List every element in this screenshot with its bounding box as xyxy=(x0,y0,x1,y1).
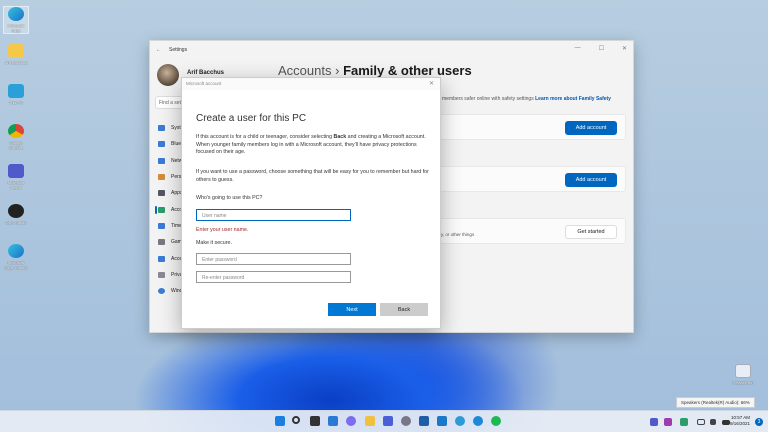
edge-taskbar-icon[interactable] xyxy=(455,416,465,426)
edge-canary-icon xyxy=(8,244,24,258)
desktop-icon-recycle-bin[interactable]: Recycle Bin xyxy=(730,364,756,385)
family-safety-link[interactable]: Learn more about Family Safety xyxy=(535,96,611,102)
avatar xyxy=(157,64,179,86)
shield-icon xyxy=(158,271,165,278)
add-family-account-button[interactable]: Add account xyxy=(565,121,617,135)
password-input[interactable]: Enter password xyxy=(196,253,351,265)
desktop-icon-this-pc[interactable]: This PC xyxy=(3,84,29,105)
chrome-icon xyxy=(8,124,24,138)
start-icon[interactable] xyxy=(275,416,285,426)
desktop-icon-edge-canary[interactable]: Microsoft Edge Canary xyxy=(3,244,29,270)
recycle-bin-icon xyxy=(735,364,751,378)
get-started-button[interactable]: Get started xyxy=(565,225,617,239)
globe-clock-icon xyxy=(158,222,165,229)
back-button[interactable]: Back xyxy=(380,303,428,316)
speaker-icon[interactable] xyxy=(710,419,716,425)
desktop-icon-obs[interactable]: OBS Studio xyxy=(3,204,29,225)
apps-icon xyxy=(158,190,165,197)
maximize-button[interactable]: ☐ xyxy=(599,45,604,52)
mail-icon[interactable] xyxy=(437,416,447,426)
desktop-icon-teams[interactable]: Microsoft Teams xyxy=(3,164,29,190)
edge-icon xyxy=(8,7,24,21)
child-info-text: If this account is for a child or teenag… xyxy=(196,134,426,155)
dialog-title: Microsoft account xyxy=(186,81,222,86)
desktop-icon-chrome[interactable]: Google Chrome xyxy=(3,124,29,150)
onenote-tray-icon[interactable] xyxy=(664,418,672,426)
teams-icon xyxy=(8,164,24,178)
clock[interactable]: 10:57 AM 9/16/2021 xyxy=(730,415,750,427)
breadcrumb-accounts[interactable]: Accounts xyxy=(278,63,331,78)
reenter-password-input[interactable]: Re-enter password xyxy=(196,271,351,283)
edge-canary-taskbar-icon[interactable] xyxy=(473,416,483,426)
add-other-account-button[interactable]: Add account xyxy=(565,173,617,187)
back-arrow-icon[interactable]: ← xyxy=(156,47,161,53)
wifi-icon xyxy=(158,157,165,164)
close-button[interactable]: ✕ xyxy=(622,45,627,52)
dialog-heading: Create a user for this PC xyxy=(196,113,307,124)
volume-tooltip: Speakers (Realtek(R) Audio): 66% xyxy=(676,397,755,408)
update-icon xyxy=(158,288,165,295)
who-label: Who's going to use this PC? xyxy=(196,195,263,201)
wifi-icon[interactable] xyxy=(697,419,705,425)
family-description: members safer online with safety setting… xyxy=(442,96,611,102)
page-title: Family & other users xyxy=(343,63,472,78)
tray-app-icon[interactable] xyxy=(680,418,688,426)
secure-label: Make it secure. xyxy=(196,240,232,246)
spotify-icon[interactable] xyxy=(491,416,501,426)
file-explorer-icon[interactable] xyxy=(365,416,375,426)
username-error: Enter your user name. xyxy=(196,227,249,233)
microsoft-account-dialog: Microsoft account ✕ Create a user for thi… xyxy=(181,77,441,329)
widgets-icon[interactable] xyxy=(328,416,338,426)
brush-icon xyxy=(158,174,165,181)
app-icon[interactable] xyxy=(383,416,393,426)
user-name: Arif Bacchus xyxy=(187,70,225,76)
username-input[interactable]: User name xyxy=(196,209,351,221)
monitor-icon xyxy=(8,84,24,98)
controller-icon xyxy=(158,239,165,246)
bluetooth-icon xyxy=(158,141,165,148)
obs-icon xyxy=(8,204,24,218)
chat-icon[interactable] xyxy=(346,416,356,426)
store-icon[interactable] xyxy=(419,416,429,426)
password-info-text: If you want to use a password, choose so… xyxy=(196,169,429,183)
dialog-close-button[interactable]: ✕ xyxy=(429,80,434,87)
battery-icon[interactable] xyxy=(722,420,730,425)
taskbar: 10:57 AM 9/16/2021 3 xyxy=(0,410,768,432)
settings-gear-icon[interactable] xyxy=(401,416,411,426)
accessibility-icon xyxy=(158,255,165,262)
folder-icon xyxy=(8,44,24,58)
breadcrumb: Accounts › Family & other users xyxy=(278,63,472,78)
search-icon[interactable] xyxy=(292,416,300,424)
notification-badge[interactable]: 3 xyxy=(755,418,763,426)
next-button[interactable]: Next xyxy=(328,303,376,316)
system-icon xyxy=(158,125,165,132)
task-view-icon[interactable] xyxy=(310,416,320,426)
desktop-icon-edge[interactable]: Microsoft Edge xyxy=(3,6,29,34)
minimize-button[interactable]: — xyxy=(575,45,581,52)
person-icon xyxy=(158,206,165,213)
desktop-icon-user-folder[interactable]: Arif Bacchus xyxy=(3,44,29,65)
teams-tray-icon[interactable] xyxy=(650,418,658,426)
window-title: Settings xyxy=(169,47,188,53)
